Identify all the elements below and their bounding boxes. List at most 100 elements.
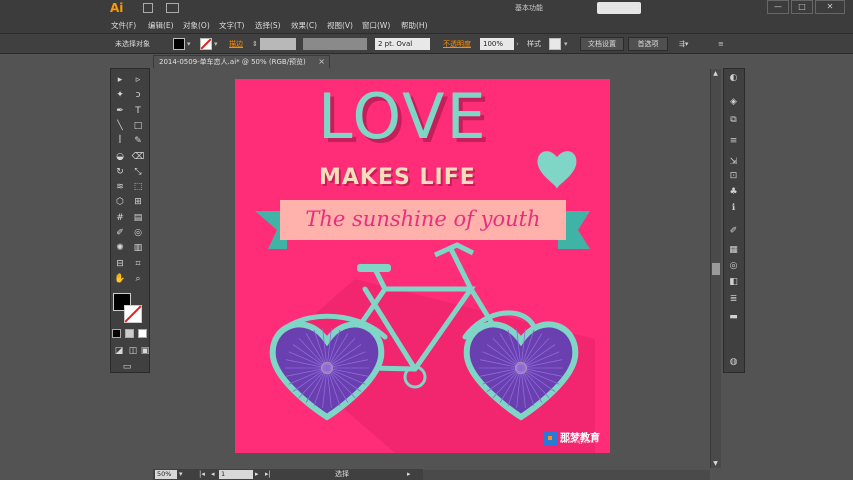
rectangle-tool-icon[interactable]: □ [131, 119, 145, 133]
variable-width-profile[interactable] [303, 38, 367, 50]
last-artboard-icon[interactable]: ▸| [265, 470, 271, 479]
lasso-icon[interactable]: ↄ [131, 88, 145, 102]
pen-tool-icon[interactable]: ✒ [113, 104, 127, 118]
stroke-color-swatch[interactable] [200, 38, 212, 50]
maximize-button[interactable]: □ [791, 0, 813, 14]
slice-tool-icon[interactable]: ⌗ [131, 257, 145, 271]
stepper-icon[interactable]: ⇕ [252, 38, 258, 50]
panel-menu-icon[interactable]: ≡ [718, 38, 724, 50]
transparency-icon[interactable]: ◍ [727, 356, 740, 369]
info-icon[interactable]: ℹ [727, 202, 740, 215]
type-tool-icon[interactable]: T [131, 104, 145, 118]
help-search-input[interactable] [597, 2, 641, 14]
menu-select[interactable]: 选择(S) [255, 20, 281, 31]
pencil-icon[interactable]: ✎ [131, 134, 145, 148]
chevron-down-icon[interactable]: ▾ [214, 38, 218, 50]
color-icon[interactable]: ◐ [727, 72, 740, 85]
screen-mode-icon[interactable]: ▭ [120, 360, 134, 374]
eyedropper-icon[interactable]: ✐ [113, 226, 127, 240]
graphic-style-swatch[interactable] [549, 38, 561, 50]
artboard[interactable]: LOVE MAKES LIFE The sunshine of youth 那梦… [235, 79, 610, 453]
menu-edit[interactable]: 编辑(E) [148, 20, 174, 31]
zoom-tool-icon[interactable]: ⌕ [131, 272, 145, 286]
symbol-sprayer-icon[interactable]: ✺ [113, 241, 127, 255]
stroke-weight-field[interactable] [260, 38, 296, 50]
perspective-grid-icon[interactable]: ⊞ [131, 195, 145, 209]
align-options-icon[interactable]: ⇶▾ [679, 38, 688, 50]
workspace-switcher[interactable]: 基本功能 [515, 3, 543, 13]
chevron-right-icon[interactable]: › [516, 38, 519, 50]
magic-wand-icon[interactable]: ✦ [113, 88, 127, 102]
eraser-icon[interactable]: ⌫ [131, 150, 145, 164]
artboards-icon[interactable]: ⧉ [727, 114, 740, 127]
rotate-icon[interactable]: ↻ [113, 165, 127, 179]
minimize-button[interactable]: — [767, 0, 789, 14]
horizontal-scrollbar[interactable] [423, 470, 710, 480]
shape-builder-icon[interactable]: ⬡ [113, 195, 127, 209]
scroll-down-icon[interactable]: ▼ [710, 459, 721, 469]
gradient-mode-icon[interactable] [125, 329, 134, 338]
stroke-icon[interactable]: ≣ [727, 293, 740, 306]
draw-mode-icon[interactable]: ◪ [112, 344, 126, 358]
pathfinder-icon[interactable]: ⊡ [727, 170, 740, 183]
menu-file[interactable]: 文件(F) [111, 20, 136, 31]
arrange-documents-icon[interactable] [166, 3, 179, 13]
paintbrush-icon[interactable]: ꟾ [113, 134, 127, 148]
next-artboard-icon[interactable]: ▸ [255, 470, 259, 479]
color-mode-icon[interactable] [112, 329, 121, 338]
menu-effect[interactable]: 效果(C) [291, 20, 317, 31]
opacity-field[interactable]: 100% [480, 38, 514, 50]
artboard-tool-icon[interactable]: ⊟ [113, 257, 127, 271]
width-tool-icon[interactable]: ≋ [113, 180, 127, 194]
symbols-icon[interactable]: ♣ [727, 186, 740, 199]
bridge-icon[interactable] [143, 3, 153, 13]
layers-icon[interactable]: ◈ [727, 96, 740, 109]
bicycle-saddle [357, 264, 391, 272]
swatches-icon[interactable]: ▦ [727, 244, 740, 257]
previous-artboard-icon[interactable]: ◂ [211, 470, 215, 479]
draw-inside-icon[interactable]: ▣ [138, 344, 152, 358]
direct-selection-tool-icon[interactable]: ▹ [131, 73, 145, 87]
blob-brush-icon[interactable]: ◒ [113, 150, 127, 164]
stroke-swatch[interactable] [124, 305, 142, 323]
close-window-button[interactable]: ✕ [815, 0, 845, 14]
document-tab[interactable]: 2014-0509-单车恋人.ai* @ 50% (RGB/预览) × [153, 55, 330, 68]
vertical-scroll-thumb[interactable] [712, 263, 720, 275]
none-mode-icon[interactable] [138, 329, 147, 338]
menu-window[interactable]: 窗口(W) [362, 20, 390, 31]
preferences-button[interactable]: 首选项 [628, 37, 668, 51]
menu-object[interactable]: 对象(O) [183, 20, 210, 31]
menu-type[interactable]: 文字(T) [219, 20, 244, 31]
opacity-label-link[interactable]: 不透明度 [443, 38, 471, 50]
scale-icon[interactable]: ⤡ [131, 165, 145, 179]
gradient-icon[interactable]: ▤ [131, 211, 145, 225]
menu-view[interactable]: 视图(V) [327, 20, 353, 31]
close-icon[interactable]: × [318, 56, 325, 68]
selection-tool-icon[interactable]: ▸ [113, 73, 127, 87]
first-artboard-icon[interactable]: |◂ [199, 470, 205, 479]
hand-tool-icon[interactable]: ✋ [113, 272, 127, 286]
chevron-down-icon[interactable]: ▾ [564, 38, 568, 50]
fill-color-swatch[interactable] [173, 38, 185, 50]
stroke-label-link[interactable]: 描边 [229, 38, 243, 50]
gradient-panel-icon[interactable]: ▬ [727, 311, 740, 324]
document-setup-button[interactable]: 文档设置 [580, 37, 624, 51]
chevron-down-icon[interactable]: ▾ [179, 470, 183, 479]
free-transform-icon[interactable]: ⬚ [131, 180, 145, 194]
brushes-icon[interactable]: ✐ [727, 225, 740, 238]
mesh-icon[interactable]: # [113, 211, 127, 225]
line-tool-icon[interactable]: ╲ [113, 119, 127, 133]
artboard-number-field[interactable]: 1 [219, 470, 253, 479]
status-menu-icon[interactable]: ▸ [407, 470, 411, 479]
zoom-field[interactable]: 50% [155, 470, 177, 479]
align-icon[interactable]: ≡ [727, 135, 740, 148]
scroll-up-icon[interactable]: ▲ [710, 69, 721, 79]
appearance-icon[interactable]: ◎ [727, 260, 740, 273]
brush-definition-field[interactable]: 2 pt. Oval [375, 38, 430, 50]
graphic-styles-icon[interactable]: ◧ [727, 276, 740, 289]
chevron-down-icon[interactable]: ▾ [187, 38, 191, 50]
blend-icon[interactable]: ◎ [131, 226, 145, 240]
transform-icon[interactable]: ⇲ [727, 156, 740, 169]
column-graph-icon[interactable]: ▥ [131, 241, 145, 255]
menu-help[interactable]: 帮助(H) [401, 20, 428, 31]
